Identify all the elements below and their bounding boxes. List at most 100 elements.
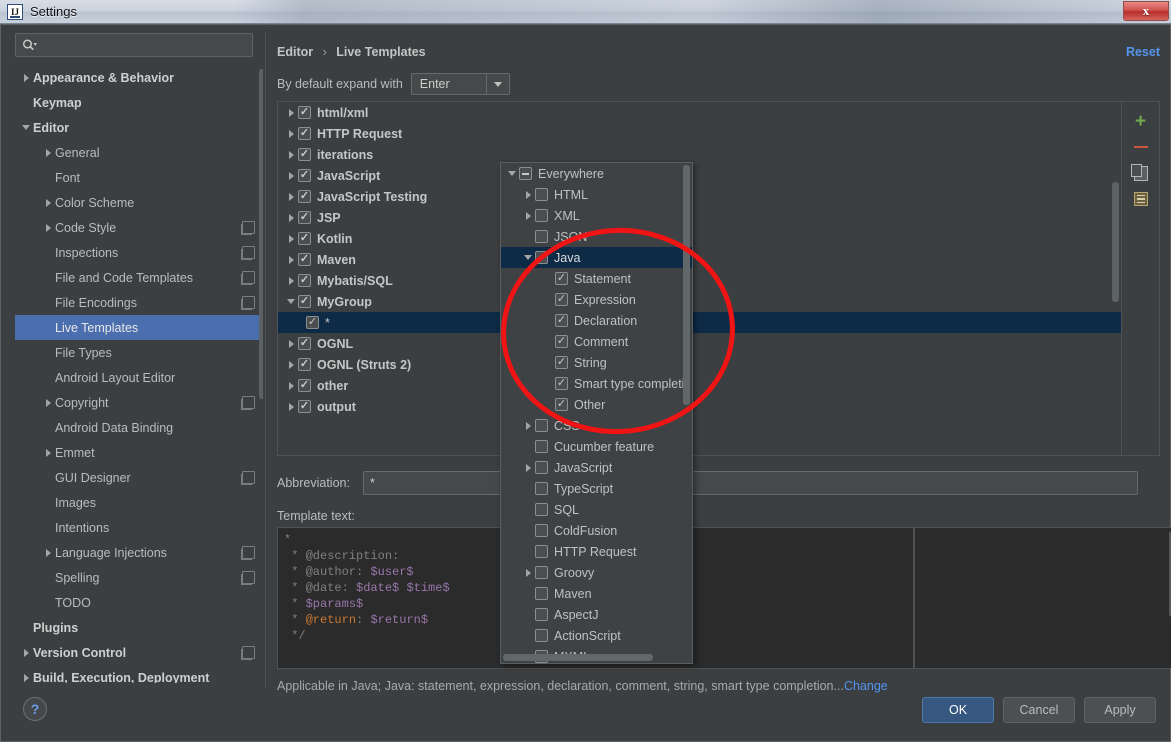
tree-twisty[interactable] bbox=[41, 548, 55, 557]
sidebar-item-version-control[interactable]: Version Control bbox=[15, 640, 263, 665]
template-enabled-checkbox[interactable] bbox=[298, 169, 311, 182]
context-checkbox[interactable] bbox=[555, 314, 568, 327]
context-item-coldfusion[interactable]: ColdFusion bbox=[501, 520, 692, 541]
tree-twisty[interactable] bbox=[521, 211, 535, 220]
context-checkbox[interactable] bbox=[555, 272, 568, 285]
context-item-aspectj[interactable]: AspectJ bbox=[501, 604, 692, 625]
tree-twisty[interactable] bbox=[284, 381, 298, 390]
sidebar-item-code-style[interactable]: Code Style bbox=[15, 215, 263, 240]
tree-twisty[interactable] bbox=[521, 421, 535, 430]
template-group-row[interactable]: * bbox=[278, 312, 1121, 333]
context-selection-popup[interactable]: Everywhere HTML XML JSON Java Statement Expres… bbox=[500, 162, 693, 664]
chevron-right-icon[interactable] bbox=[23, 73, 29, 82]
context-checkbox[interactable] bbox=[519, 167, 532, 180]
chevron-right-icon[interactable] bbox=[288, 213, 294, 222]
sidebar-item-font[interactable]: Font bbox=[15, 165, 263, 190]
sidebar-scrollbar-track[interactable] bbox=[259, 69, 263, 669]
chevron-down-icon[interactable] bbox=[485, 74, 509, 94]
tree-twisty[interactable] bbox=[284, 299, 298, 304]
sidebar-item-copyright[interactable]: Copyright bbox=[15, 390, 263, 415]
tree-twisty[interactable] bbox=[41, 223, 55, 232]
template-group-row[interactable]: JavaScript Testing bbox=[278, 186, 1121, 207]
template-group-row[interactable]: JavaScript bbox=[278, 165, 1121, 186]
chevron-right-icon[interactable] bbox=[45, 548, 51, 557]
sidebar-item-editor[interactable]: Editor bbox=[15, 115, 263, 140]
chevron-right-icon[interactable] bbox=[525, 190, 531, 199]
tree-twisty[interactable] bbox=[41, 448, 55, 457]
context-checkbox[interactable] bbox=[535, 587, 548, 600]
context-item-groovy[interactable]: Groovy bbox=[501, 562, 692, 583]
sidebar-item-intentions[interactable]: Intentions bbox=[15, 515, 263, 540]
context-checkbox[interactable] bbox=[535, 251, 548, 264]
context-checkbox[interactable] bbox=[535, 629, 548, 642]
sidebar-item-appearance-behavior[interactable]: Appearance & Behavior bbox=[15, 65, 263, 90]
tree-twisty[interactable] bbox=[284, 129, 298, 138]
chevron-down-icon[interactable] bbox=[508, 171, 516, 176]
tree-twisty[interactable] bbox=[284, 192, 298, 201]
chevron-right-icon[interactable] bbox=[45, 448, 51, 457]
context-checkbox[interactable] bbox=[535, 440, 548, 453]
template-group-row[interactable]: output bbox=[278, 396, 1121, 417]
chevron-right-icon[interactable] bbox=[288, 360, 294, 369]
chevron-right-icon[interactable] bbox=[288, 276, 294, 285]
chevron-right-icon[interactable] bbox=[288, 255, 294, 264]
chevron-right-icon[interactable] bbox=[45, 198, 51, 207]
template-enabled-checkbox[interactable] bbox=[298, 148, 311, 161]
context-item-comment[interactable]: Comment bbox=[501, 331, 692, 352]
context-checkbox[interactable] bbox=[535, 209, 548, 222]
chevron-right-icon[interactable] bbox=[23, 648, 29, 657]
context-checkbox[interactable] bbox=[535, 461, 548, 474]
tree-twisty[interactable] bbox=[284, 360, 298, 369]
template-group-row[interactable]: OGNL bbox=[278, 333, 1121, 354]
chevron-right-icon[interactable] bbox=[23, 673, 29, 682]
context-checkbox[interactable] bbox=[535, 566, 548, 579]
tree-twisty[interactable] bbox=[284, 150, 298, 159]
context-item-typescript[interactable]: TypeScript bbox=[501, 478, 692, 499]
context-checkbox[interactable] bbox=[555, 377, 568, 390]
context-item-javascript[interactable]: JavaScript bbox=[501, 457, 692, 478]
tree-twisty[interactable] bbox=[19, 73, 33, 82]
template-group-row[interactable]: Maven bbox=[278, 249, 1121, 270]
sidebar-item-live-templates[interactable]: Live Templates bbox=[15, 315, 263, 340]
settings-category-tree[interactable]: Appearance & Behavior Keymap Editor General… bbox=[15, 65, 263, 683]
chevron-right-icon[interactable] bbox=[288, 129, 294, 138]
template-enabled-checkbox[interactable] bbox=[298, 127, 311, 140]
template-enabled-checkbox[interactable] bbox=[298, 253, 311, 266]
tree-twisty[interactable] bbox=[521, 463, 535, 472]
tree-twisty[interactable] bbox=[284, 276, 298, 285]
chevron-right-icon[interactable] bbox=[288, 108, 294, 117]
template-enabled-checkbox[interactable] bbox=[298, 295, 311, 308]
context-list[interactable]: Everywhere HTML XML JSON Java Statement Expres… bbox=[501, 163, 692, 663]
context-checkbox[interactable] bbox=[535, 188, 548, 201]
template-group-row[interactable]: Mybatis/SQL bbox=[278, 270, 1121, 291]
copy-template-button[interactable] bbox=[1128, 186, 1154, 212]
chevron-down-icon[interactable] bbox=[287, 299, 295, 304]
cancel-button[interactable]: Cancel bbox=[1003, 697, 1075, 723]
context-item-css[interactable]: CSS bbox=[501, 415, 692, 436]
context-checkbox[interactable] bbox=[535, 524, 548, 537]
sidebar-item-file-and-code-templates[interactable]: File and Code Templates bbox=[15, 265, 263, 290]
context-item-maven[interactable]: Maven bbox=[501, 583, 692, 604]
context-item-expression[interactable]: Expression bbox=[501, 289, 692, 310]
sidebar-item-keymap[interactable]: Keymap bbox=[15, 90, 263, 115]
sidebar-item-spelling[interactable]: Spelling bbox=[15, 565, 263, 590]
context-checkbox[interactable] bbox=[555, 398, 568, 411]
sidebar-item-gui-designer[interactable]: GUI Designer bbox=[15, 465, 263, 490]
chevron-right-icon[interactable] bbox=[525, 568, 531, 577]
templates-tree[interactable]: html/xml HTTP Request iterations JavaScript… bbox=[278, 102, 1121, 455]
template-enabled-checkbox[interactable] bbox=[298, 190, 311, 203]
help-button[interactable]: ? bbox=[23, 697, 47, 721]
chevron-right-icon[interactable] bbox=[288, 381, 294, 390]
apply-button[interactable]: Apply bbox=[1084, 697, 1156, 723]
tree-twisty[interactable] bbox=[19, 673, 33, 682]
template-enabled-checkbox[interactable] bbox=[298, 211, 311, 224]
template-group-row[interactable]: iterations bbox=[278, 144, 1121, 165]
sidebar-item-inspections[interactable]: Inspections bbox=[15, 240, 263, 265]
context-checkbox[interactable] bbox=[535, 230, 548, 243]
tree-twisty[interactable] bbox=[19, 648, 33, 657]
chevron-right-icon[interactable] bbox=[288, 339, 294, 348]
template-group-row[interactable]: MyGroup bbox=[278, 291, 1121, 312]
template-group-row[interactable]: HTTP Request bbox=[278, 123, 1121, 144]
template-enabled-checkbox[interactable] bbox=[298, 337, 311, 350]
chevron-right-icon[interactable] bbox=[45, 148, 51, 157]
